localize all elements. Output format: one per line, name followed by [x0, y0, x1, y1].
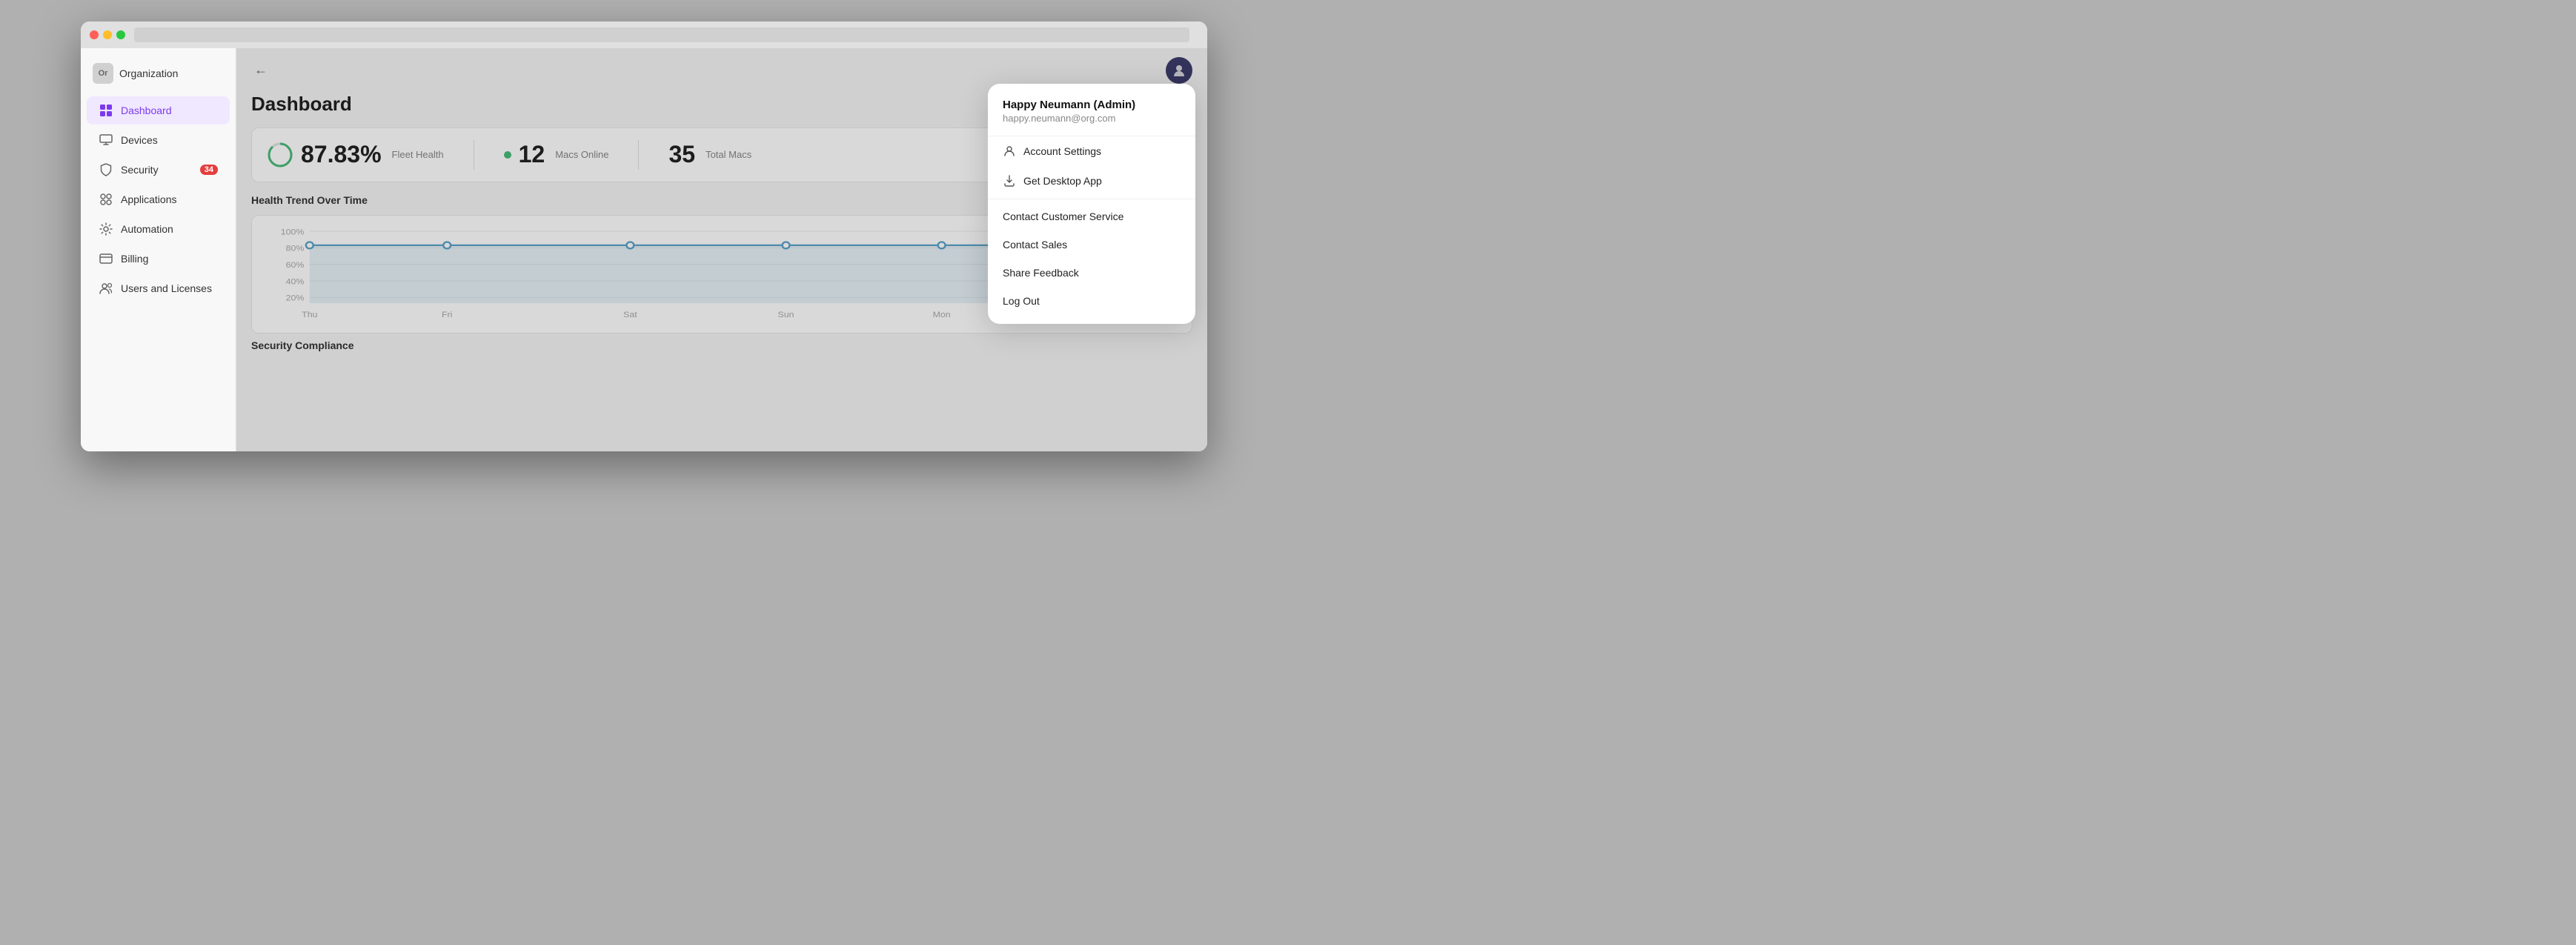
popup-user-section: Happy Neumann (Admin) happy.neumann@org.… [988, 99, 1195, 136]
popup-contact-customer-service[interactable]: Contact Customer Service [988, 202, 1195, 231]
log-out-label: Log Out [1003, 295, 1040, 307]
billing-icon [99, 251, 113, 266]
popup-account-settings[interactable]: Account Settings [988, 136, 1195, 166]
sidebar-label-billing: Billing [121, 253, 148, 265]
users-icon [99, 281, 113, 296]
sidebar-item-automation[interactable]: Automation [87, 215, 230, 243]
gear-icon [99, 222, 113, 236]
sidebar-item-dashboard[interactable]: Dashboard [87, 96, 230, 125]
maximize-button[interactable] [116, 30, 125, 39]
person-icon [1003, 145, 1016, 158]
contact-customer-service-label: Contact Customer Service [1003, 210, 1123, 222]
popup-overlay: Happy Neumann (Admin) happy.neumann@org.… [236, 48, 1207, 451]
titlebar [81, 21, 1207, 48]
monitor-icon [99, 133, 113, 147]
security-badge: 34 [200, 165, 218, 175]
url-bar[interactable] [134, 27, 1189, 42]
download-icon [1003, 174, 1016, 188]
share-feedback-label: Share Feedback [1003, 267, 1079, 279]
sidebar-label-applications: Applications [121, 193, 177, 205]
apps-icon [99, 192, 113, 207]
popup-user-email: happy.neumann@org.com [1003, 113, 1181, 124]
app-body: Or Organization Dashboard [81, 48, 1207, 451]
sidebar-label-dashboard: Dashboard [121, 105, 172, 116]
sidebar-item-billing[interactable]: Billing [87, 245, 230, 273]
minimize-button[interactable] [103, 30, 112, 39]
account-settings-label: Account Settings [1023, 145, 1101, 157]
popup-user-name: Happy Neumann (Admin) [1003, 99, 1181, 111]
sidebar-item-users[interactable]: Users and Licenses [87, 274, 230, 302]
popup-share-feedback[interactable]: Share Feedback [988, 259, 1195, 287]
traffic-lights [90, 30, 125, 39]
sidebar-item-applications[interactable]: Applications [87, 185, 230, 213]
org-name: Organization [119, 67, 178, 79]
shield-icon [99, 162, 113, 177]
popup-contact-sales[interactable]: Contact Sales [988, 231, 1195, 259]
org-header: Or Organization [81, 57, 236, 96]
close-button[interactable] [90, 30, 99, 39]
sidebar: Or Organization Dashboard [81, 48, 236, 451]
sidebar-label-devices: Devices [121, 134, 158, 146]
sidebar-item-devices[interactable]: Devices [87, 126, 230, 154]
contact-sales-label: Contact Sales [1003, 239, 1067, 251]
get-desktop-app-label: Get Desktop App [1023, 175, 1102, 187]
sidebar-label-users: Users and Licenses [121, 282, 212, 294]
popup-log-out[interactable]: Log Out [988, 287, 1195, 315]
sidebar-label-security: Security [121, 164, 159, 176]
org-avatar: Or [93, 63, 113, 84]
user-popup-card: Happy Neumann (Admin) happy.neumann@org.… [988, 84, 1195, 324]
main-content: ← Dashboard 87.83% [236, 48, 1207, 451]
sidebar-label-automation: Automation [121, 223, 173, 235]
grid-icon [99, 103, 113, 118]
sidebar-item-security[interactable]: Security 34 [87, 156, 230, 184]
app-window: Or Organization Dashboard [81, 21, 1207, 451]
popup-get-desktop-app[interactable]: Get Desktop App [988, 166, 1195, 196]
